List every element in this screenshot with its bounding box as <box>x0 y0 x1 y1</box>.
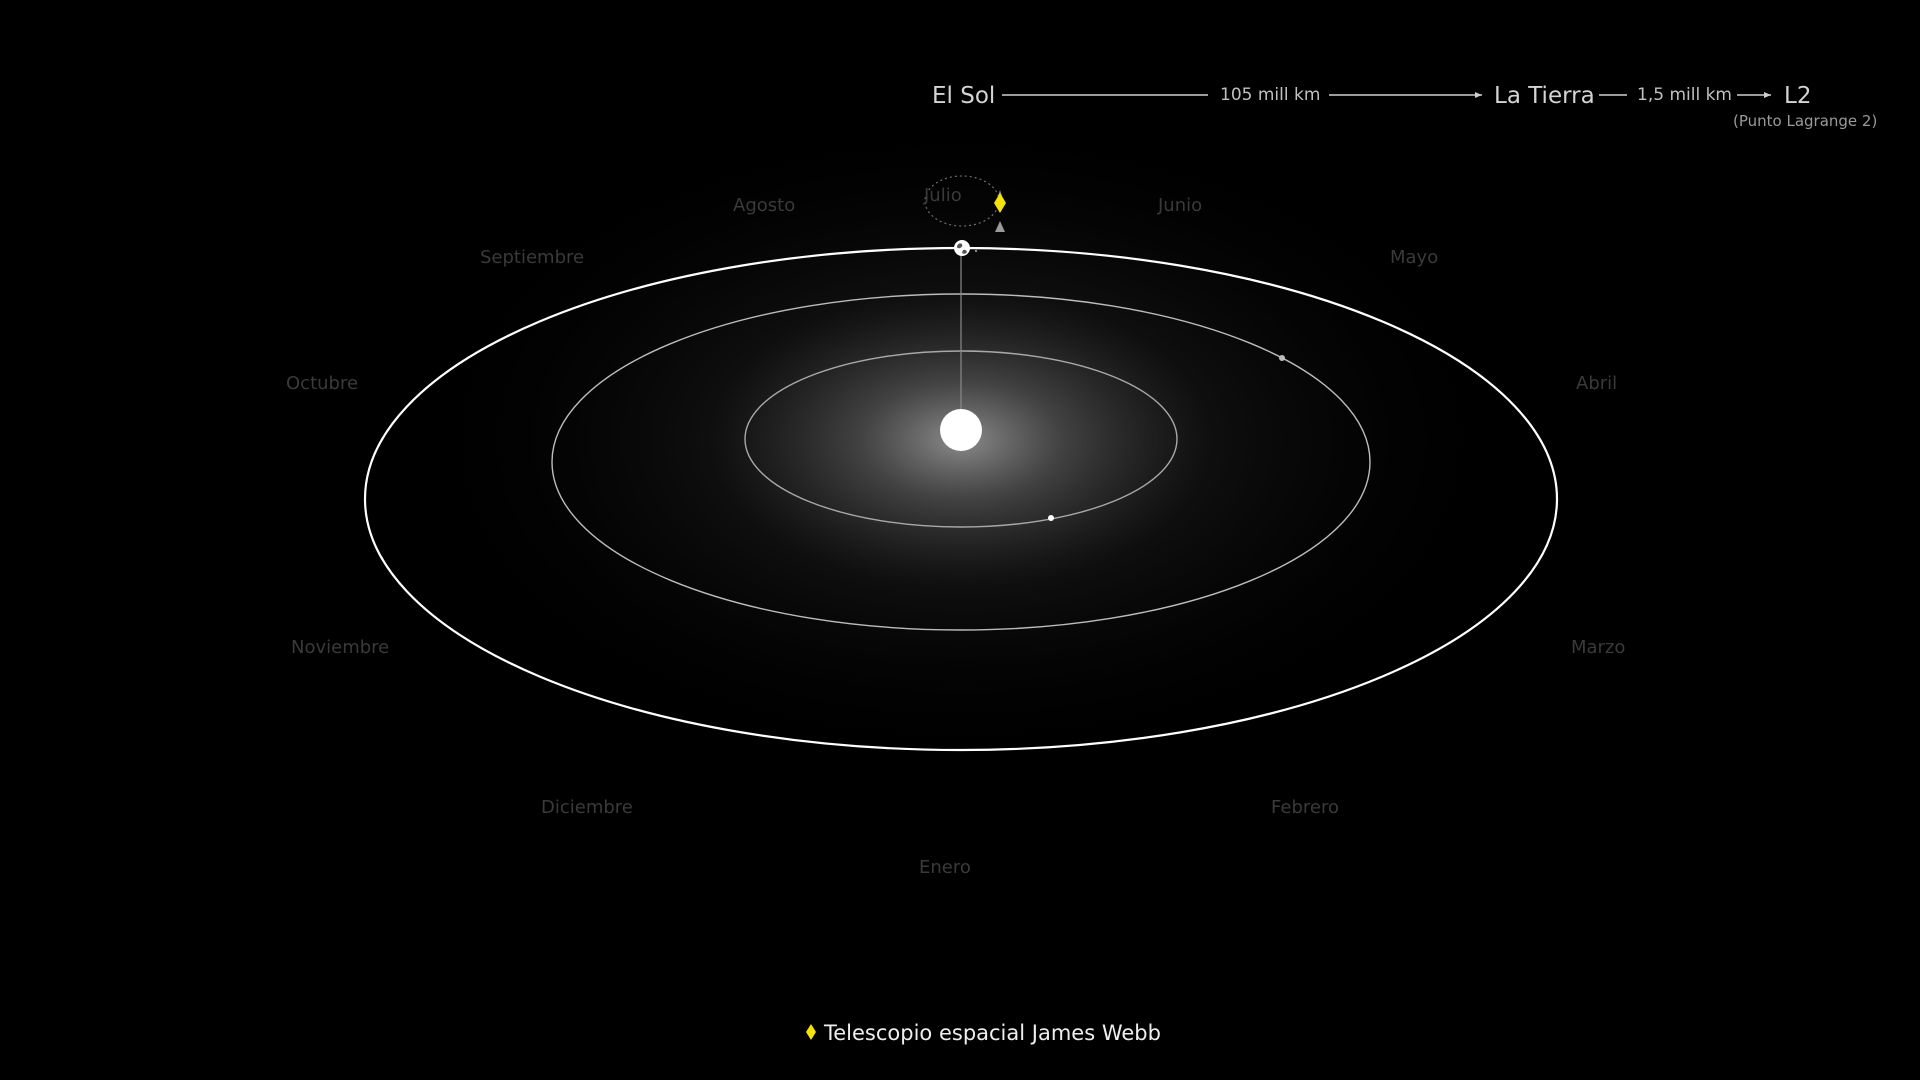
sun-distance-label: 105 mill km <box>1220 85 1320 105</box>
month-julio: Julio <box>923 185 962 206</box>
sun <box>940 409 982 451</box>
sun-label: El Sol <box>932 83 995 109</box>
month-enero: Enero <box>919 857 971 878</box>
month-agosto: Agosto <box>733 195 795 216</box>
month-junio: Junio <box>1157 195 1202 216</box>
inner-planet <box>1048 515 1054 521</box>
legend-label: Telescopio espacial James Webb <box>823 1021 1161 1045</box>
month-noviembre: Noviembre <box>291 637 389 658</box>
month-diciembre: Diciembre <box>541 797 633 818</box>
middle-planet <box>1279 355 1285 361</box>
month-septiembre: Septiembre <box>480 247 584 268</box>
month-abril: Abril <box>1576 373 1617 394</box>
month-febrero: Febrero <box>1271 797 1339 818</box>
earth-label: La Tierra <box>1494 83 1595 109</box>
month-marzo: Marzo <box>1571 637 1625 658</box>
l2-label: L2 <box>1784 83 1811 109</box>
yellow-diamond-icon <box>806 1024 816 1040</box>
l2-note: (Punto Lagrange 2) <box>1733 112 1877 130</box>
l2-distance-label: 1,5 mill km <box>1637 85 1732 105</box>
solar-system-diagram: El Sol 105 mill km La Tierra 1,5 mill km… <box>286 83 1877 1045</box>
legend: Telescopio espacial James Webb <box>806 1021 1161 1045</box>
month-mayo: Mayo <box>1390 247 1438 268</box>
month-octubre: Octubre <box>286 373 358 394</box>
